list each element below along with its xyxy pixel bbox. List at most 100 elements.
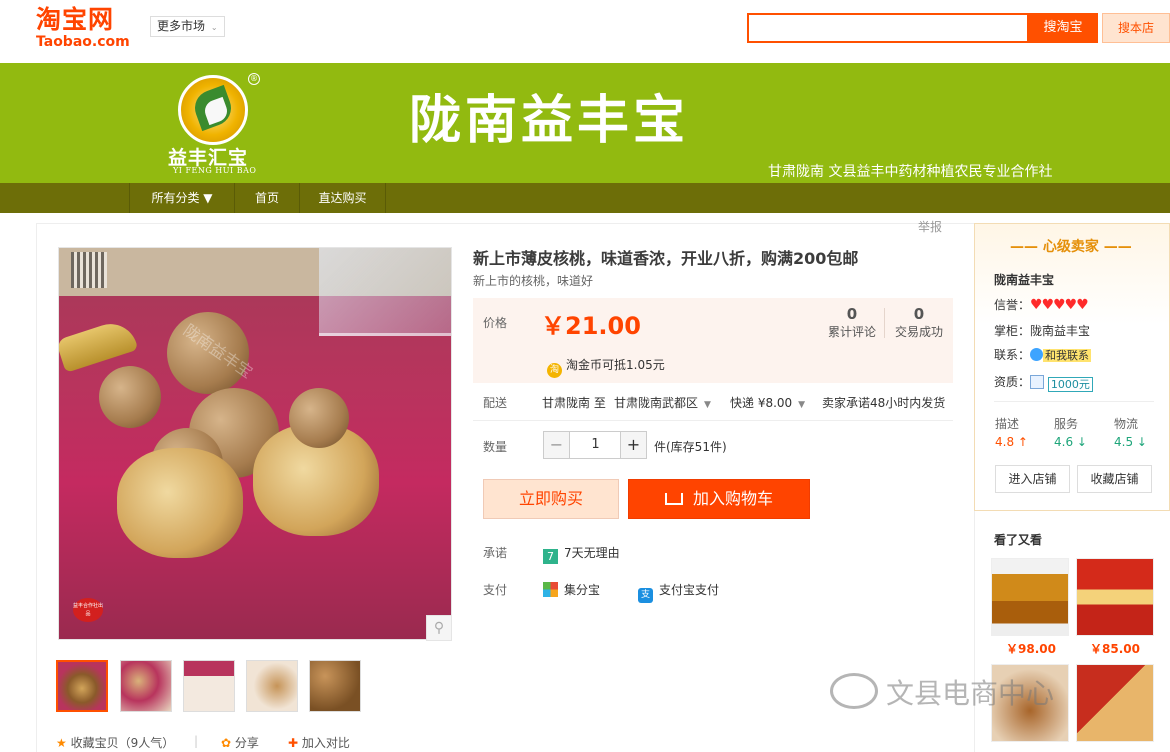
thumbnail-image [247, 661, 297, 711]
shop-logo-pinyin: YI FENG HUI BAO [173, 166, 257, 175]
product-main-image[interactable]: 陇南益丰宝 益丰合作社出品 [58, 247, 452, 640]
credit-label: 信誉： [994, 298, 1031, 312]
add-to-cart-button[interactable]: 加入购物车 [628, 479, 810, 519]
service-score: 服务 4.6 ↓ [1054, 415, 1087, 451]
favorite-item-link[interactable]: ★ 收藏宝贝（9人气） [56, 734, 174, 751]
ship-from: 甘肃陇南 至 [542, 396, 606, 410]
logistics-score: 物流 4.5 ↓ [1114, 415, 1147, 451]
shop-subtitle: 甘肃陇南 文县益丰中药材种植农民专业合作社 [768, 164, 1053, 180]
share-link[interactable]: ✿ 分享 [221, 734, 259, 751]
watermark-text: 文县电商中心 [886, 677, 1055, 710]
star-icon: ★ [56, 736, 67, 750]
wangwang-icon[interactable] [1030, 348, 1044, 361]
product-image [1077, 665, 1153, 741]
taobao-logo[interactable]: 淘宝网 Taobao.com [36, 6, 132, 50]
deposit-badge[interactable]: 1000元 [1047, 377, 1093, 392]
divider: | [194, 734, 199, 748]
seller-keeper: 掌柜：陇南益丰宝 [994, 322, 1090, 339]
see-also-item[interactable] [991, 558, 1069, 636]
logistics-value: 4.5 ↓ [1114, 435, 1147, 449]
quantity-stepper: − 1 + [543, 431, 647, 459]
wechat-icon [830, 673, 878, 709]
walnut-shape [99, 366, 161, 428]
seller-qualification: 资质： 1000元 [994, 373, 1093, 392]
shop-banner: ® 益丰汇宝 YI FENG HUI BAO 陇南益丰宝 甘肃陇南 文县益丰中药… [0, 63, 1170, 183]
cart-icon [664, 493, 683, 505]
walnut-kernel-shape [117, 448, 243, 558]
zoom-icon[interactable]: ⚲ [426, 615, 452, 641]
search-taobao-button[interactable]: 搜淘宝 [1028, 13, 1098, 43]
heart-icon: ♥♥♥♥♥ [1030, 297, 1089, 313]
nav-all-categories[interactable]: 所有分类 ▼ [129, 183, 235, 213]
taobao-header: 淘宝网 Taobao.com 更多市场 ⌄ 搜淘宝 搜本店 [0, 0, 1170, 63]
compare-link[interactable]: ✚ 加入对比 [288, 734, 350, 751]
ship-promise: 卖家承诺48小时内发货 [822, 396, 946, 410]
license-icon[interactable] [1030, 375, 1045, 389]
pay-alipay-label: 支付宝支付 [659, 583, 720, 597]
more-markets-dropdown[interactable]: 更多市场 ⌄ [150, 16, 225, 37]
see-also-price: ￥98.00 [1006, 642, 1056, 656]
seller-level-heading: —— 心级卖家 —— [1010, 239, 1132, 255]
favorite-shop-button[interactable]: 收藏店铺 [1077, 465, 1152, 493]
quantity-increase-button[interactable]: + [620, 432, 646, 458]
jifenbao-icon [543, 582, 558, 597]
see-also-item[interactable] [1076, 558, 1154, 636]
shop-nav: 所有分类 ▼ 首页 直达购买 [0, 183, 1170, 213]
seven-day-icon: 7 [543, 549, 558, 564]
desc-label: 描述 [995, 417, 1020, 431]
desc-score: 描述 4.8 ↑ [995, 415, 1028, 451]
thumbnail-2[interactable] [120, 660, 172, 712]
nutcracker-shape [59, 317, 139, 373]
product-price: ￥21.00 [541, 312, 641, 340]
keeper-label: 掌柜： [994, 324, 1031, 338]
divider [994, 401, 1154, 402]
seller-name[interactable]: 陇南益丰宝 [994, 271, 1054, 288]
contact-me-link[interactable]: 和我联系 [1043, 349, 1092, 362]
see-also-price: ￥85.00 [1090, 642, 1140, 656]
coin-text: 淘金币可抵1.05元 [566, 358, 665, 372]
search-shop-button[interactable]: 搜本店 [1102, 13, 1170, 43]
reviews-stat[interactable]: 0 累计评论 [822, 305, 882, 340]
quantity-input[interactable]: 1 [571, 432, 620, 458]
report-link[interactable]: 举报 [918, 218, 942, 235]
nav-direct-buy[interactable]: 直达购买 [300, 183, 386, 213]
thumbnail-3[interactable] [183, 660, 235, 712]
registered-mark: ® [248, 73, 260, 85]
contact-label: 联系： [994, 348, 1031, 362]
buy-now-button[interactable]: 立即购买 [483, 479, 619, 519]
quantity-decrease-button[interactable]: − [544, 432, 570, 458]
divider [884, 308, 885, 338]
compare-label: 加入对比 [301, 736, 350, 750]
enter-shop-button[interactable]: 进入店铺 [995, 465, 1070, 493]
wechat-watermark: 文县电商中心 [830, 672, 1054, 712]
thumbnail-4[interactable] [246, 660, 298, 712]
honey-image [992, 559, 1068, 635]
promise-text: 7天无理由 [564, 546, 620, 560]
product-title: 新上市薄皮核桃，味道香浓，开业八折，购满200包邮 [473, 249, 859, 268]
ship-to-dropdown[interactable]: 甘肃陇南武都区 ▼ [614, 394, 711, 411]
product-subtitle: 新上市的核桃，味道好 [473, 274, 594, 288]
reviews-count: 0 [846, 305, 858, 323]
quantity-label: 数量 [483, 440, 508, 454]
deals-label: 交易成功 [894, 325, 943, 339]
price-label: 价格 [483, 316, 508, 330]
keeper-name[interactable]: 陇南益丰宝 [1030, 324, 1090, 338]
share-icon: ✿ [221, 736, 232, 750]
see-also-item[interactable] [1076, 664, 1154, 742]
seven-day-return[interactable]: 7 7天无理由 [543, 544, 620, 564]
search-input[interactable] [747, 13, 1029, 43]
taobao-logo-domain: Taobao.com [36, 34, 130, 50]
caret-down-icon: ▼ [704, 400, 711, 410]
thumbnail-5[interactable] [309, 660, 361, 712]
pay-jifenbao[interactable]: 集分宝 [543, 581, 600, 598]
coin-icon: 淘 [547, 363, 562, 378]
ship-fee-dropdown[interactable]: 快递 ¥8.00 ▼ [730, 394, 805, 411]
desc-value: 4.8 ↑ [995, 435, 1028, 449]
shop-logo-emblem[interactable] [178, 75, 248, 145]
thumbnail-image [184, 661, 234, 711]
plus-icon: ✚ [288, 736, 299, 750]
thumbnail-1[interactable] [56, 660, 108, 712]
taojinbi-offer: 淘淘金币可抵1.05元 [547, 356, 665, 378]
nav-home[interactable]: 首页 [235, 183, 300, 213]
pay-alipay[interactable]: 支支付宝支付 [638, 581, 719, 603]
